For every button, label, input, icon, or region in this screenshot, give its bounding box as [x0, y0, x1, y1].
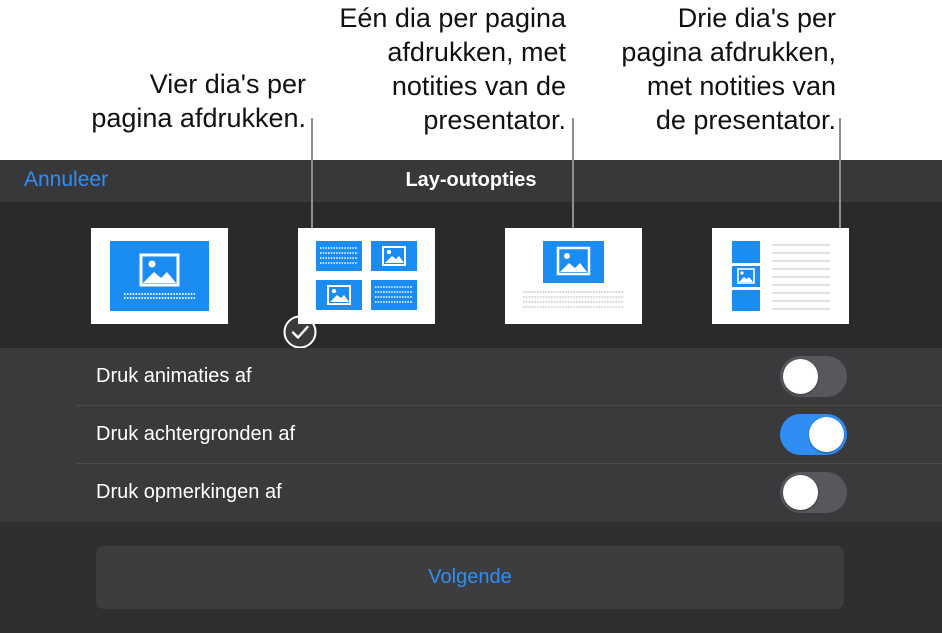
layout-single-slide[interactable] [91, 228, 317, 349]
three-with-notes-preview [732, 241, 830, 311]
print-options-list: Druk animaties af Druk achtergronden af … [0, 348, 942, 522]
callout-four-per-page: Vier dia's per pagina afdrukken. [91, 69, 306, 133]
toggle-knob [783, 475, 818, 510]
screenshot-stage: Vier dia's per pagina afdrukken. Eén dia… [0, 0, 942, 633]
option-row-backgrounds: Druk achtergronden af [0, 406, 942, 464]
navigation-bar: Annuleer Lay-outopties [0, 160, 942, 202]
layout-thumbnails [0, 202, 942, 349]
option-label: Druk achtergronden af [96, 423, 296, 445]
option-row-comments: Druk opmerkingen af [0, 464, 942, 522]
option-row-animations: Druk animaties af [0, 348, 942, 406]
leader-line-four-per-page [311, 118, 313, 228]
layout-options-sheet: Annuleer Lay-outopties Druk animaties af… [0, 160, 942, 633]
single-slide-preview [110, 241, 209, 311]
four-per-page-preview [316, 241, 417, 310]
print-comments-toggle[interactable] [780, 472, 847, 513]
toggle-knob [783, 359, 818, 394]
layout-one-with-notes[interactable] [505, 228, 642, 324]
layout-four-per-page[interactable] [298, 228, 435, 324]
print-animations-toggle[interactable] [780, 356, 847, 397]
leader-line-three-per-page [839, 118, 841, 228]
sheet-title: Lay-outopties [405, 169, 537, 191]
layout-three-with-notes[interactable] [712, 228, 849, 324]
callout-three-per-page: Drie dia's per pagina afdrukken, met not… [621, 3, 836, 135]
option-label: Druk opmerkingen af [96, 481, 282, 503]
option-label: Druk animaties af [96, 365, 252, 387]
print-backgrounds-toggle[interactable] [780, 414, 847, 455]
one-with-notes-preview [523, 241, 624, 308]
callout-one-per-page: Eén dia per pagina afdrukken, met notiti… [339, 3, 566, 135]
next-button[interactable]: Volgende [96, 546, 844, 609]
leader-line-one-per-page [572, 118, 574, 228]
toggle-knob [809, 417, 844, 452]
